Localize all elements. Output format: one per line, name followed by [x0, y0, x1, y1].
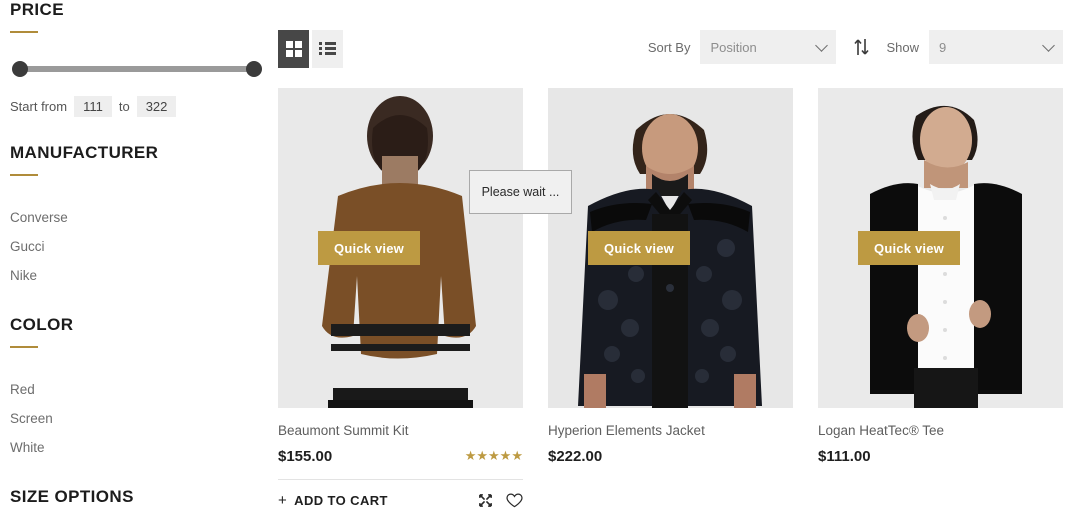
section-underline — [10, 346, 38, 348]
product-actions: + ADD TO CART — [278, 492, 523, 509]
compare-icon — [479, 494, 492, 507]
price-range-values: Start from 111 to 322 — [10, 96, 260, 117]
price-filter-section: PRICE Start from 111 to 322 — [10, 0, 262, 117]
product-price-row: $111.00 — [818, 447, 1063, 465]
price-slider-max-handle[interactable] — [246, 61, 262, 77]
filter-option-white[interactable]: White — [10, 440, 260, 455]
heart-icon — [506, 493, 523, 508]
product-card: Quick view Beaumont Summit Kit $155.00 ★… — [278, 88, 523, 509]
price-slider-track[interactable] — [18, 66, 250, 72]
product-price: $111.00 — [818, 447, 871, 465]
section-underline — [10, 31, 38, 33]
please-wait-tooltip: Please wait ... — [469, 170, 572, 214]
chevron-down-icon — [815, 39, 829, 52]
sort-and-show-controls: Sort By Position Show 9 — [648, 30, 1063, 64]
filter-sidebar: PRICE Start from 111 to 322 MANUFACTURER… — [0, 0, 270, 513]
manufacturer-filter-list: Converse Gucci Nike — [10, 210, 260, 283]
product-price: $222.00 — [548, 447, 603, 465]
show-label: Show — [886, 39, 919, 55]
filter-option-nike[interactable]: Nike — [10, 268, 260, 283]
plus-icon: + — [278, 492, 288, 509]
price-max-value[interactable]: 322 — [136, 96, 177, 117]
add-to-cart-label: ADD TO CART — [294, 493, 388, 508]
product-image-wrapper[interactable]: Quick view — [548, 88, 793, 408]
filter-option-converse[interactable]: Converse — [10, 210, 260, 225]
card-divider — [278, 479, 523, 480]
sort-direction-icon — [854, 39, 869, 55]
show-count-select[interactable]: 9 — [929, 30, 1063, 64]
listing-toolbar: Sort By Position Show 9 — [278, 30, 1063, 70]
filter-option-red[interactable]: Red — [10, 382, 260, 397]
color-filter-section: COLOR Red Screen White — [10, 315, 260, 469]
product-card: Quick view Logan HeatTec® Tee $111.00 — [818, 88, 1063, 509]
list-view-icon — [319, 42, 336, 56]
sort-direction-button[interactable] — [846, 30, 876, 64]
manufacturer-filter-section: MANUFACTURER Converse Gucci Nike — [10, 143, 260, 297]
product-price-row: $155.00 ★★★★★ — [278, 447, 523, 465]
sort-by-value: Position — [710, 39, 757, 55]
color-filter-title: COLOR — [10, 315, 74, 334]
product-price-row: $222.00 — [548, 447, 793, 465]
product-name-link[interactable]: Logan HeatTec® Tee — [818, 423, 1063, 438]
view-mode-switcher — [278, 30, 343, 68]
price-start-label: Start from — [10, 99, 68, 114]
product-card: Quick view Hyperion Elements Jacket $222… — [548, 88, 793, 509]
add-to-cart-button[interactable]: + ADD TO CART — [278, 492, 388, 509]
compare-button[interactable] — [478, 493, 493, 508]
wishlist-button[interactable] — [506, 493, 523, 508]
price-slider-min-handle[interactable] — [12, 61, 28, 77]
price-min-value[interactable]: 111 — [74, 96, 112, 117]
product-listing-main: Sort By Position Show 9 Quick view Beaum… — [278, 0, 1075, 513]
size-options-filter-title: SIZE OPTIONS — [10, 487, 134, 506]
size-options-filter-section: SIZE OPTIONS — [10, 487, 260, 507]
product-image-wrapper[interactable]: Quick view — [818, 88, 1063, 408]
filter-option-screen[interactable]: Screen — [10, 411, 260, 426]
product-rating-stars[interactable]: ★★★★★ — [460, 448, 523, 464]
product-image-wrapper[interactable]: Quick view — [278, 88, 523, 408]
product-name-link[interactable]: Hyperion Elements Jacket — [548, 423, 793, 438]
price-filter-title: PRICE — [10, 0, 64, 19]
product-name-link[interactable]: Beaumont Summit Kit — [278, 423, 523, 438]
show-count-value: 9 — [939, 39, 947, 55]
grid-view-button[interactable] — [278, 30, 309, 68]
section-underline — [10, 174, 38, 176]
color-filter-list: Red Screen White — [10, 382, 260, 455]
chevron-down-icon — [1042, 39, 1055, 52]
list-view-button[interactable] — [312, 30, 343, 68]
sort-by-label: Sort By — [647, 39, 691, 55]
quick-view-button[interactable]: Quick view — [858, 231, 960, 265]
filter-option-gucci[interactable]: Gucci — [10, 239, 260, 254]
grid-view-icon — [285, 41, 302, 57]
quick-view-button[interactable]: Quick view — [588, 231, 690, 265]
price-to-label: to — [118, 99, 130, 114]
sort-by-select[interactable]: Position — [700, 30, 837, 64]
manufacturer-filter-title: MANUFACTURER — [10, 143, 159, 162]
product-grid: Quick view Beaumont Summit Kit $155.00 ★… — [278, 88, 1068, 509]
product-listing-page: PRICE Start from 111 to 322 MANUFACTURER… — [0, 0, 1075, 513]
secondary-actions — [478, 493, 523, 508]
price-range-slider[interactable] — [10, 61, 262, 77]
quick-view-button[interactable]: Quick view — [318, 231, 420, 265]
product-price: $155.00 — [278, 447, 333, 465]
